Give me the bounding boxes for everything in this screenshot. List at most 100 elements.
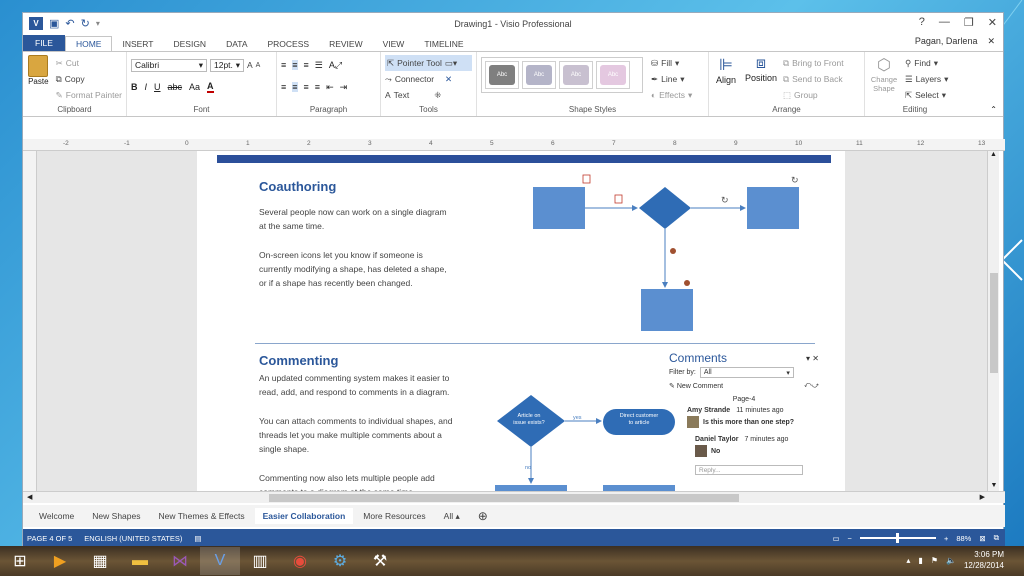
customize-qat-icon[interactable]: ▾: [96, 19, 100, 28]
increase-indent-icon[interactable]: ⇥: [340, 82, 348, 93]
layers-button[interactable]: ☰ Layers ▾: [905, 71, 948, 87]
line-button[interactable]: ✒ Line ▾: [651, 71, 692, 87]
show-hidden-icons[interactable]: ▴: [906, 556, 910, 565]
change-shape-button[interactable]: ⬡ Change Shape: [869, 55, 899, 103]
sheet-tab-all[interactable]: All ▴: [436, 508, 468, 525]
zoom-in-icon[interactable]: +: [944, 534, 948, 543]
underline-button[interactable]: U: [154, 82, 161, 92]
drawing-canvas[interactable]: Coauthoring Several people now can work …: [37, 151, 987, 491]
zoom-out-icon[interactable]: −: [848, 534, 852, 543]
tab-view[interactable]: VIEW: [373, 37, 415, 51]
process-shape-3[interactable]: [641, 289, 693, 331]
style-swatch-4[interactable]: Abc: [596, 61, 630, 89]
change-case-button[interactable]: Aa: [189, 82, 200, 92]
switch-windows-icon[interactable]: ⧉: [994, 533, 999, 543]
decision-shape[interactable]: [639, 187, 691, 229]
horizontal-scrollbar[interactable]: ◀ ▶: [23, 491, 1005, 503]
scroll-thumb[interactable]: [990, 273, 998, 373]
connection-point-icon[interactable]: ⁜: [434, 90, 441, 101]
sheet-tab-easier-collaboration[interactable]: Easier Collaboration: [254, 508, 354, 524]
tab-insert[interactable]: INSERT: [112, 37, 163, 51]
scroll-down-icon[interactable]: ▼: [988, 482, 1000, 489]
align-right-icon[interactable]: ≡: [304, 82, 309, 92]
add-page-icon[interactable]: ⊕: [470, 506, 496, 526]
align-button[interactable]: ⊫ Align: [713, 55, 739, 103]
sheet-tab-new-shapes[interactable]: New Shapes: [84, 508, 148, 524]
shrink-font-button[interactable]: A: [256, 62, 261, 69]
text-tool-button[interactable]: A Text ⁜: [385, 87, 472, 103]
scroll-left-icon[interactable]: ◀: [27, 493, 32, 501]
bullets-icon[interactable]: ☰: [315, 60, 323, 71]
close-button[interactable]: ✕: [988, 16, 997, 29]
scroll-h-thumb[interactable]: [269, 494, 739, 502]
text-direction-icon[interactable]: A⤢: [329, 60, 342, 71]
settings-app-icon[interactable]: ⚙: [320, 547, 360, 575]
strikethrough-button[interactable]: abc: [168, 82, 183, 92]
presentation-mode-icon[interactable]: ▭: [832, 534, 839, 543]
align-center-icon[interactable]: ≡: [292, 82, 298, 92]
undo-icon[interactable]: ↶: [65, 17, 74, 30]
chrome-icon[interactable]: ◉: [280, 547, 320, 575]
drawing-page[interactable]: Coauthoring Several people now can work …: [197, 151, 845, 491]
fit-page-icon[interactable]: ⊠: [979, 534, 985, 543]
tab-timeline[interactable]: TIMELINE: [414, 37, 473, 51]
x-icon[interactable]: ✕: [445, 74, 452, 85]
new-comment-button[interactable]: ✎ New Comment: [669, 382, 723, 390]
start-button[interactable]: ⊞: [0, 547, 40, 575]
battery-icon[interactable]: ▮: [918, 556, 922, 565]
paste-button[interactable]: Paste: [27, 55, 50, 103]
page-indicator[interactable]: PAGE 4 OF 5: [27, 534, 72, 543]
zoom-slider[interactable]: [859, 533, 936, 543]
style-swatch-2[interactable]: Abc: [522, 61, 556, 89]
group-button[interactable]: ⬚ Group: [783, 87, 844, 103]
bring-to-front-button[interactable]: ⧉ Bring to Front: [783, 55, 844, 71]
macro-icon[interactable]: ▤: [194, 534, 201, 543]
align-bottom-icon[interactable]: ≡: [304, 60, 309, 70]
media-player-icon[interactable]: ▶: [40, 547, 80, 575]
flag-icon[interactable]: ⚑: [931, 556, 938, 565]
clock[interactable]: 3:06 PM 12/28/2014: [964, 549, 1004, 571]
visual-studio-icon[interactable]: ⋈: [160, 547, 200, 575]
language-indicator[interactable]: ENGLISH (UNITED STATES): [84, 534, 182, 543]
reply-thread-icons[interactable]: ⤺⤻: [804, 382, 819, 390]
reply-input[interactable]: Reply...: [695, 465, 803, 475]
decrease-indent-icon[interactable]: ⇤: [326, 82, 334, 93]
minimize-button[interactable]: —: [939, 16, 950, 29]
tab-review[interactable]: REVIEW: [319, 37, 373, 51]
cut-button[interactable]: ✂ Cut: [56, 55, 122, 71]
sheet-tab-new-themes[interactable]: New Themes & Effects: [150, 508, 252, 524]
rectangle-icon[interactable]: ▭▾: [445, 58, 457, 69]
sheet-tab-welcome[interactable]: Welcome: [31, 508, 82, 524]
italic-button[interactable]: I: [145, 82, 148, 92]
font-color-button[interactable]: A: [207, 81, 214, 93]
pointer-tool-button[interactable]: ⇱ Pointer Tool ▭▾: [385, 55, 472, 71]
process-shape-1[interactable]: [533, 187, 585, 229]
redo-icon[interactable]: ↻: [81, 17, 90, 30]
process-shape-2[interactable]: [747, 187, 799, 229]
tab-file[interactable]: FILE: [23, 35, 65, 51]
find-button[interactable]: ⚲ Find ▾: [905, 55, 948, 71]
calculator-icon[interactable]: ▦: [80, 547, 120, 575]
sheet-tab-more-resources[interactable]: More Resources: [355, 508, 433, 524]
close-document-icon[interactable]: ✕: [987, 36, 995, 47]
bold-button[interactable]: B: [131, 82, 138, 92]
grow-font-button[interactable]: A: [247, 60, 253, 70]
align-left-icon[interactable]: ≡: [281, 82, 286, 92]
fill-button[interactable]: ⛁ Fill ▾: [651, 55, 692, 71]
font-size-select[interactable]: 12pt. ▾: [210, 58, 244, 72]
connector-button[interactable]: ⤳ Connector ✕: [385, 71, 472, 87]
user-name[interactable]: Pagan, Darlena: [915, 36, 978, 47]
style-swatch-3[interactable]: Abc: [559, 61, 593, 89]
scroll-up-icon[interactable]: ▲: [988, 151, 999, 158]
help-button[interactable]: ?: [919, 16, 925, 29]
tab-process[interactable]: PROCESS: [258, 37, 320, 51]
align-middle-icon[interactable]: ≡: [292, 60, 298, 70]
collapse-ribbon-icon[interactable]: ⌃: [990, 105, 997, 114]
align-top-icon[interactable]: ≡: [281, 60, 286, 70]
tools-app-icon[interactable]: ⚒: [360, 547, 400, 575]
app-icon[interactable]: ▥: [240, 547, 280, 575]
justify-icon[interactable]: ≡: [315, 82, 320, 92]
position-button[interactable]: ⧈ Position: [745, 55, 777, 103]
tab-home[interactable]: HOME: [64, 36, 113, 51]
zoom-level[interactable]: 88%: [956, 534, 971, 543]
